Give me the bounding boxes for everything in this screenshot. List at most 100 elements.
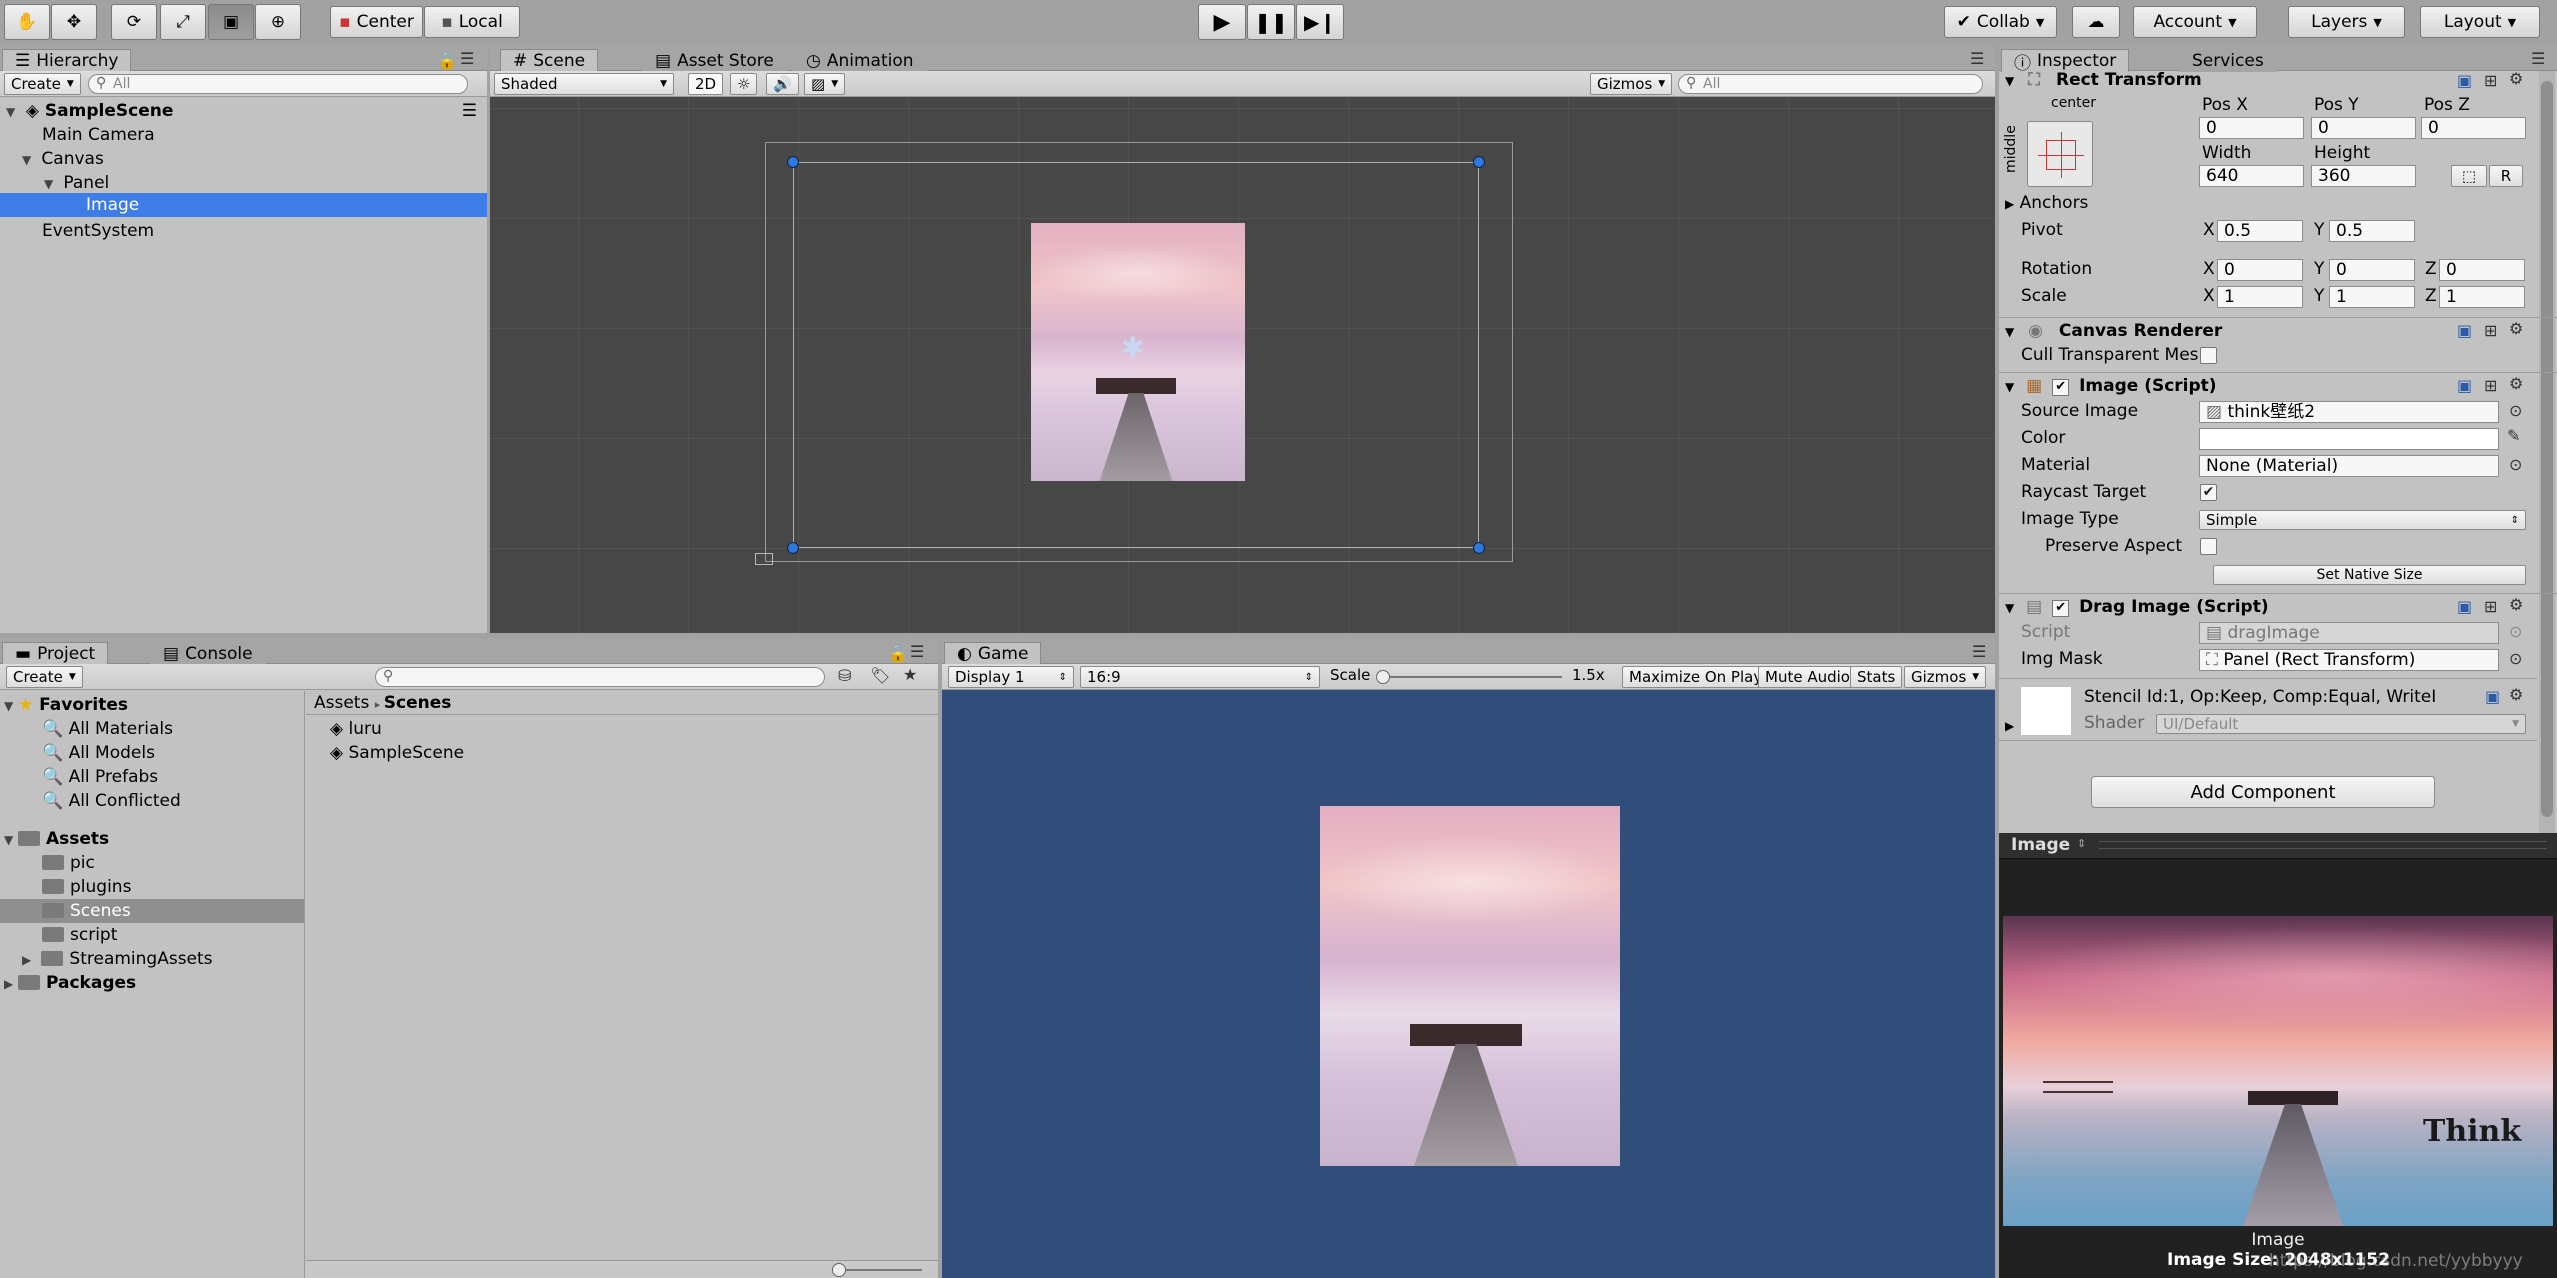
asset-folder-selected[interactable]: Scenes [0, 899, 304, 923]
favorite-star-icon[interactable]: ★ [903, 665, 917, 684]
hierarchy-search-input[interactable]: All [88, 74, 468, 94]
scene-search-input[interactable]: All [1678, 74, 1983, 94]
img-mask-field[interactable]: ⛶ Panel (Rect Transform) [2199, 649, 2499, 671]
hand-tool-button[interactable]: ✋ [4, 4, 50, 40]
anchor-preset-button[interactable] [2027, 121, 2093, 187]
tab-game[interactable]: ◐ Game [944, 642, 1042, 665]
scale-x-field[interactable]: 1 [2217, 286, 2303, 308]
gizmos-dropdown[interactable]: Gizmos ▼ [1590, 73, 1673, 95]
rotation-z-field[interactable]: 0 [2439, 259, 2525, 281]
scale-z-field[interactable]: 1 [2439, 286, 2525, 308]
layout-dropdown[interactable]: Layout ▼ [2420, 6, 2540, 38]
expand-triangle-icon[interactable]: ▶ [4, 972, 18, 996]
pos-z-field[interactable]: 0 [2421, 117, 2526, 139]
scrollbar-thumb[interactable] [2541, 81, 2553, 817]
help-book-icon[interactable]: ▣ [2457, 597, 2472, 616]
color-swatch[interactable] [2199, 428, 2499, 450]
breadcrumb-current[interactable]: Scenes [384, 693, 452, 713]
pause-button[interactable]: ❚❚ [1247, 4, 1295, 40]
game-gizmos-dropdown[interactable]: Gizmos ▼ [1904, 666, 1987, 688]
gear-icon[interactable]: ⚙ [2509, 69, 2523, 88]
project-create-button[interactable]: Create ▼ [6, 666, 83, 688]
step-button[interactable]: ▶❙ [1296, 4, 1344, 40]
image-type-dropdown[interactable]: Simple ⇕ [2199, 510, 2526, 530]
effects-dropdown[interactable]: ▨ ▼ [804, 73, 846, 95]
rect-handle[interactable] [1473, 542, 1485, 554]
expand-triangle-icon[interactable]: ▼ [2005, 380, 2014, 394]
rect-handle[interactable] [1473, 156, 1485, 168]
inspector-scrollbar[interactable] [2539, 71, 2555, 833]
pos-x-field[interactable]: 0 [2199, 117, 2304, 139]
packages-row[interactable]: ▶ Packages [0, 971, 304, 995]
shading-dropdown[interactable]: Shaded ▼ [494, 73, 674, 95]
drag-handle[interactable] [2099, 841, 2547, 849]
lock-icon[interactable]: 🔒 [888, 644, 908, 663]
panel-menu-icon[interactable]: ☰ [460, 49, 474, 68]
2d-toggle[interactable]: 2D [688, 73, 724, 95]
preset-icon[interactable]: ⊞ [2484, 321, 2497, 340]
gear-icon[interactable]: ⚙ [2509, 595, 2523, 614]
favorites-row[interactable]: ▼ ★ Favorites [0, 693, 304, 717]
hierarchy-item[interactable]: ▼ Panel [0, 171, 487, 195]
asset-folder[interactable]: plugins [0, 875, 304, 899]
panel-menu-icon[interactable]: ☰ [910, 642, 924, 661]
file-item[interactable]: ◈ SampleScene [306, 741, 938, 765]
help-book-icon[interactable]: ▣ [2457, 71, 2472, 90]
favorites-item[interactable]: 🔍 All Prefabs [0, 765, 304, 789]
favorites-item[interactable]: 🔍 All Models [0, 741, 304, 765]
hierarchy-create-button[interactable]: Create ▼ [4, 73, 81, 95]
preset-icon[interactable]: ⊞ [2484, 71, 2497, 90]
pivot-center-button[interactable]: ▪ Center [330, 6, 423, 38]
scale-slider-thumb[interactable] [1376, 670, 1390, 684]
gear-icon[interactable]: ⚙ [2509, 319, 2523, 338]
pivot-local-button[interactable]: ▪ Local [424, 6, 520, 38]
scene-row[interactable]: ▼ ◈ SampleScene ☰ [0, 99, 487, 123]
source-image-field[interactable]: ▨ think壁纸2 [2199, 401, 2499, 423]
lighting-toggle[interactable]: ☼ [730, 73, 758, 95]
image-enabled-checkbox[interactable]: ✔ [2052, 379, 2070, 396]
filter-type-icon[interactable]: ⛁ [838, 666, 851, 685]
hierarchy-item-selected[interactable]: Image [0, 193, 487, 217]
eyedropper-icon[interactable]: ✎ [2507, 426, 2520, 445]
aspect-dropdown[interactable]: 16:9 ⇕ [1080, 666, 1320, 688]
preview-title[interactable]: Image [2011, 835, 2070, 855]
drag-image-enabled-checkbox[interactable]: ✔ [2052, 600, 2070, 617]
anchors-foldout[interactable]: ▶ Anchors [2005, 193, 2088, 213]
rotation-y-field[interactable]: 0 [2329, 259, 2415, 281]
favorites-item[interactable]: 🔍 All Conflicted [0, 789, 304, 813]
scene-menu-icon[interactable]: ☰ [462, 99, 477, 123]
mute-audio-toggle[interactable]: Mute Audio [1758, 666, 1857, 688]
rect-handle[interactable] [787, 156, 799, 168]
pivot-y-field[interactable]: 0.5 [2329, 220, 2415, 242]
width-field[interactable]: 640 [2199, 165, 2304, 187]
rotate-tool-button[interactable]: ⟳ [111, 4, 157, 40]
object-picker-icon[interactable]: ⊙ [2509, 455, 2522, 474]
blueprint-mode-button[interactable]: ⬚ [2451, 165, 2487, 187]
expand-triangle-icon[interactable]: ▼ [2005, 74, 2014, 88]
preset-icon[interactable]: ⊞ [2484, 376, 2497, 395]
expand-triangle-icon[interactable]: ▼ [2005, 601, 2014, 615]
tab-animation[interactable]: ◷ Animation [793, 49, 927, 72]
gear-icon[interactable]: ⚙ [2509, 685, 2523, 704]
layers-dropdown[interactable]: Layers ▼ [2288, 6, 2405, 38]
expand-triangle-icon[interactable]: ▼ [4, 694, 18, 718]
material-field[interactable]: None (Material) [2199, 455, 2499, 477]
asset-folder[interactable]: ▶ StreamingAssets [0, 947, 304, 971]
add-component-button[interactable]: Add Component [2091, 776, 2435, 808]
drag-image-header[interactable]: ▼ ▤ ✔ Drag Image (Script) [1999, 593, 2557, 619]
gear-icon[interactable]: ⚙ [2509, 374, 2523, 393]
canvas-renderer-header[interactable]: ▼ ◉ Canvas Renderer [1999, 317, 2557, 343]
scene-image-sprite[interactable]: ✱ [1031, 223, 1245, 481]
expand-triangle-icon[interactable]: ▶ [22, 948, 36, 972]
panel-menu-icon[interactable]: ☰ [1972, 642, 1986, 661]
hierarchy-item[interactable]: EventSystem [0, 219, 487, 243]
cloud-button[interactable]: ☁ [2072, 6, 2120, 38]
preset-icon[interactable]: ⊞ [2484, 597, 2497, 616]
cull-transparent-checkbox[interactable] [2200, 347, 2217, 364]
expand-triangle-icon[interactable]: ▼ [6, 100, 20, 124]
favorites-item[interactable]: 🔍 All Materials [0, 717, 304, 741]
tab-asset-store[interactable]: ▤ Asset Store [642, 49, 787, 72]
filter-label-icon[interactable]: 🏷 [870, 666, 890, 685]
tab-hierarchy[interactable]: ☰ Hierarchy [2, 49, 132, 72]
image-script-header[interactable]: ▼ ▦ ✔ Image (Script) [1999, 372, 2557, 398]
